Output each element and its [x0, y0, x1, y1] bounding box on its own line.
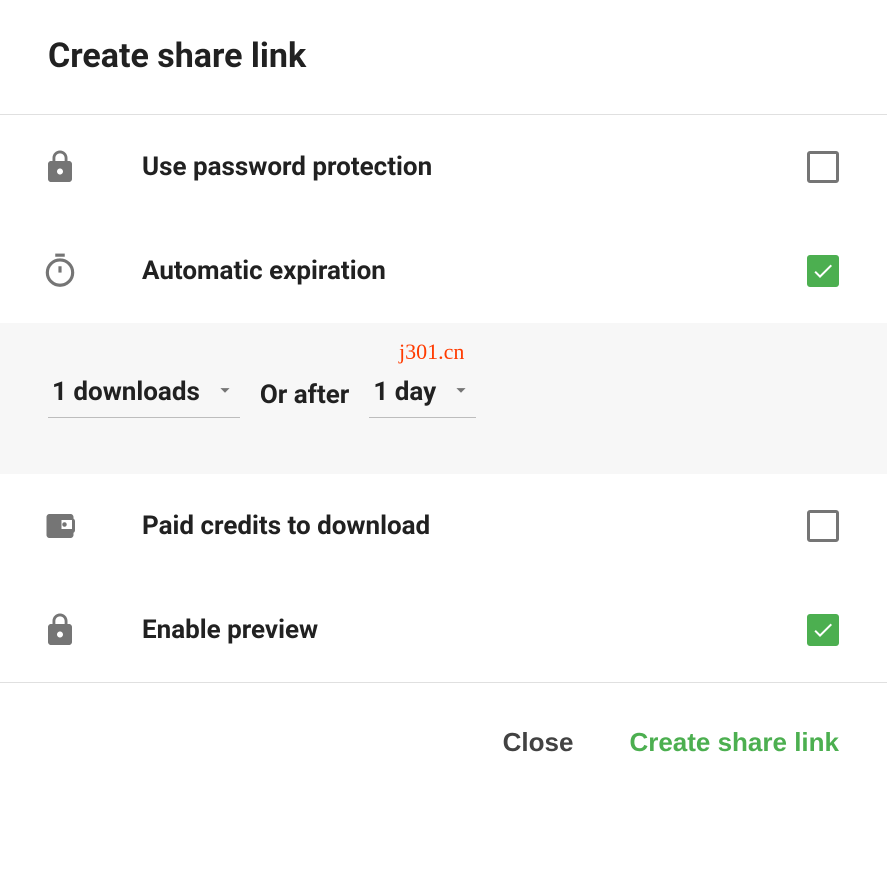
- expiration-config-panel: j301.cn 1 downloads Or after 1 day: [0, 323, 887, 474]
- expiration-checkbox[interactable]: [807, 255, 839, 287]
- days-value: 1 day: [373, 377, 436, 407]
- option-row-expiration: Automatic expiration: [0, 219, 887, 323]
- downloads-select[interactable]: 1 downloads: [48, 371, 240, 418]
- option-row-paid: Paid credits to download: [0, 474, 887, 578]
- timer-icon: [38, 249, 82, 293]
- days-select[interactable]: 1 day: [369, 371, 476, 418]
- password-label: Use password protection: [142, 152, 807, 182]
- lock-icon: [38, 145, 82, 189]
- paid-label: Paid credits to download: [142, 511, 807, 541]
- downloads-value: 1 downloads: [52, 377, 200, 407]
- dialog-title: Create share link: [48, 36, 839, 76]
- watermark-text: j301.cn: [399, 339, 464, 365]
- create-share-link-button[interactable]: Create share link: [629, 723, 839, 762]
- dialog-footer: Close Create share link: [0, 682, 887, 802]
- chevron-down-icon: [450, 379, 472, 405]
- paid-checkbox[interactable]: [807, 510, 839, 542]
- option-row-preview: Enable preview: [0, 578, 887, 682]
- wallet-icon: [38, 504, 82, 548]
- or-after-label: Or after: [260, 380, 350, 410]
- dialog-header: Create share link: [0, 0, 887, 115]
- option-row-password: Use password protection: [0, 115, 887, 219]
- chevron-down-icon: [214, 379, 236, 405]
- password-checkbox[interactable]: [807, 151, 839, 183]
- lock-icon: [38, 608, 82, 652]
- preview-label: Enable preview: [142, 615, 807, 645]
- close-button[interactable]: Close: [503, 723, 574, 762]
- preview-checkbox[interactable]: [807, 614, 839, 646]
- create-share-link-dialog: Create share link Use password protectio…: [0, 0, 887, 802]
- expiration-label: Automatic expiration: [142, 256, 807, 286]
